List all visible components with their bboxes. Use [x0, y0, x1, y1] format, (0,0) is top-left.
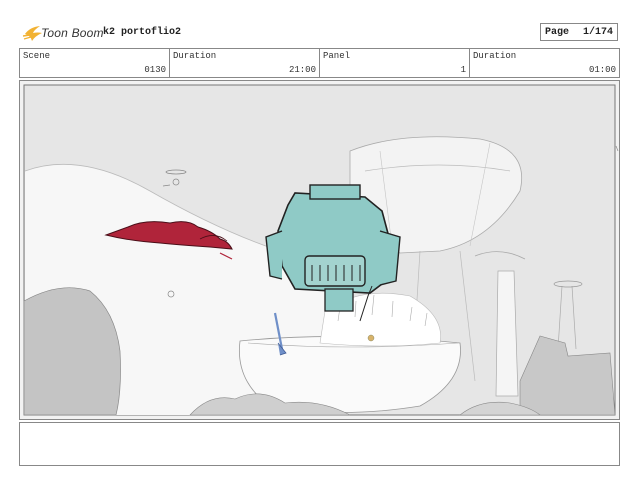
- page-label: Page: [545, 27, 570, 38]
- brand-name: Toon Boom: [41, 26, 104, 40]
- panel-duration-label: Duration: [473, 51, 517, 61]
- panel-notes-area: [19, 422, 620, 466]
- panel-duration-cell: Duration 01:00: [470, 49, 619, 77]
- page-indicator: Page 1/174: [540, 23, 618, 41]
- duration-value: 21:00: [288, 65, 316, 75]
- panel-value: 1: [460, 65, 466, 75]
- panel-duration-value: 01:00: [588, 65, 616, 75]
- panel-cell: Panel 1: [320, 49, 470, 77]
- scene-value: 0130: [144, 65, 166, 75]
- panel-label: Panel: [323, 51, 351, 61]
- page-number: 1/174: [582, 27, 613, 38]
- duration-label: Duration: [173, 51, 217, 61]
- storyboard-panel-frame: [19, 80, 620, 420]
- scene-cell: Scene 0130: [20, 49, 170, 77]
- project-title: k2 portoflio2: [103, 27, 182, 38]
- scene-duration-cell: Duration 21:00: [170, 49, 320, 77]
- panel-info-bar: Scene 0130 Duration 21:00 Panel 1 Durati…: [19, 48, 620, 78]
- storyboard-sketch: [23, 84, 619, 416]
- scene-label: Scene: [23, 51, 51, 61]
